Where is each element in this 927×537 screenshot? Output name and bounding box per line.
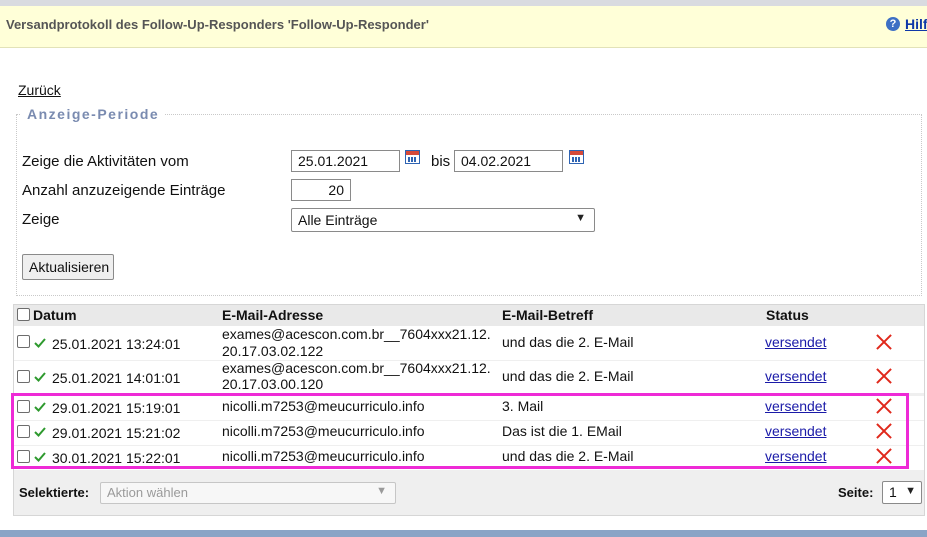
count-label: Anzahl anzuzeigende Einträge [22, 182, 226, 199]
selected-label: Selektierte: [19, 485, 90, 500]
page-title: Versandprotokoll des Follow-Up-Responder… [6, 17, 429, 32]
page-select-value: 1 [889, 484, 897, 500]
col-date[interactable]: Datum [33, 307, 77, 323]
check-icon [34, 338, 46, 348]
table-row: 25.01.2021 14:01:01 exames@acescon.com.b… [14, 360, 924, 393]
to-date-input[interactable]: 04.02.2021 [454, 150, 563, 172]
count-input[interactable]: 20 [291, 179, 351, 201]
page-label: Seite: [838, 485, 874, 500]
bottom-band [0, 530, 927, 537]
chevron-down-icon: ▼ [905, 485, 916, 497]
col-status: Status [766, 307, 809, 323]
period-fieldset: Anzeige-Periode [16, 106, 922, 296]
col-email: E-Mail-Adresse [222, 307, 324, 323]
row-status-link[interactable]: versendet [765, 334, 826, 350]
col-subject: E-Mail-Betreff [502, 307, 594, 323]
row-checkbox[interactable] [17, 335, 30, 348]
action-select[interactable]: Aktion wählen ▼ [100, 482, 396, 504]
row-email-cont: 20.17.03.02.122 [222, 343, 324, 359]
to-label: bis [431, 153, 451, 170]
from-label: Zeige die Aktivitäten vom [22, 153, 189, 170]
page-select[interactable]: 1 ▼ [882, 481, 922, 504]
help-link[interactable]: Hilfe [905, 16, 927, 32]
row-subject: und das die 2. E-Mail [502, 334, 634, 350]
check-icon [34, 372, 46, 382]
from-date-input[interactable]: 25.01.2021 [291, 150, 400, 172]
row-date: 25.01.2021 14:01:01 [52, 370, 181, 386]
action-select-value: Aktion wählen [107, 485, 188, 500]
help-icon[interactable]: ? [886, 17, 900, 31]
row-email: exames@acescon.com.br__7604xxx21.12. [222, 326, 491, 342]
table-row: 25.01.2021 13:24:01 exames@acescon.com.b… [14, 326, 924, 360]
calendar-icon[interactable] [405, 150, 420, 164]
row-status-link[interactable]: versendet [765, 368, 826, 384]
row-email: exames@acescon.com.br__7604xxx21.12. [222, 360, 491, 376]
page-header: Versandprotokoll des Follow-Up-Responder… [0, 6, 927, 48]
show-select-value: Alle Einträge [298, 212, 378, 228]
show-select[interactable]: Alle Einträge ▼ [291, 208, 595, 232]
delete-icon[interactable] [876, 368, 892, 384]
row-email-cont: 20.17.03.00.120 [222, 376, 324, 392]
row-subject: und das die 2. E-Mail [502, 368, 634, 384]
row-checkbox[interactable] [17, 370, 30, 383]
select-all-checkbox[interactable] [17, 308, 30, 321]
back-link[interactable]: Zurück [18, 82, 61, 98]
update-button[interactable]: Aktualisieren [22, 254, 114, 280]
calendar-icon[interactable] [569, 150, 584, 164]
highlight-box [11, 393, 909, 469]
row-date: 25.01.2021 13:24:01 [52, 336, 181, 352]
help[interactable]: ? Hilfe [886, 16, 927, 32]
delete-icon[interactable] [876, 334, 892, 350]
period-legend: Anzeige-Periode [27, 106, 160, 122]
chevron-down-icon: ▼ [575, 212, 586, 224]
show-label: Zeige [22, 211, 60, 228]
chevron-down-icon: ▼ [376, 485, 387, 497]
